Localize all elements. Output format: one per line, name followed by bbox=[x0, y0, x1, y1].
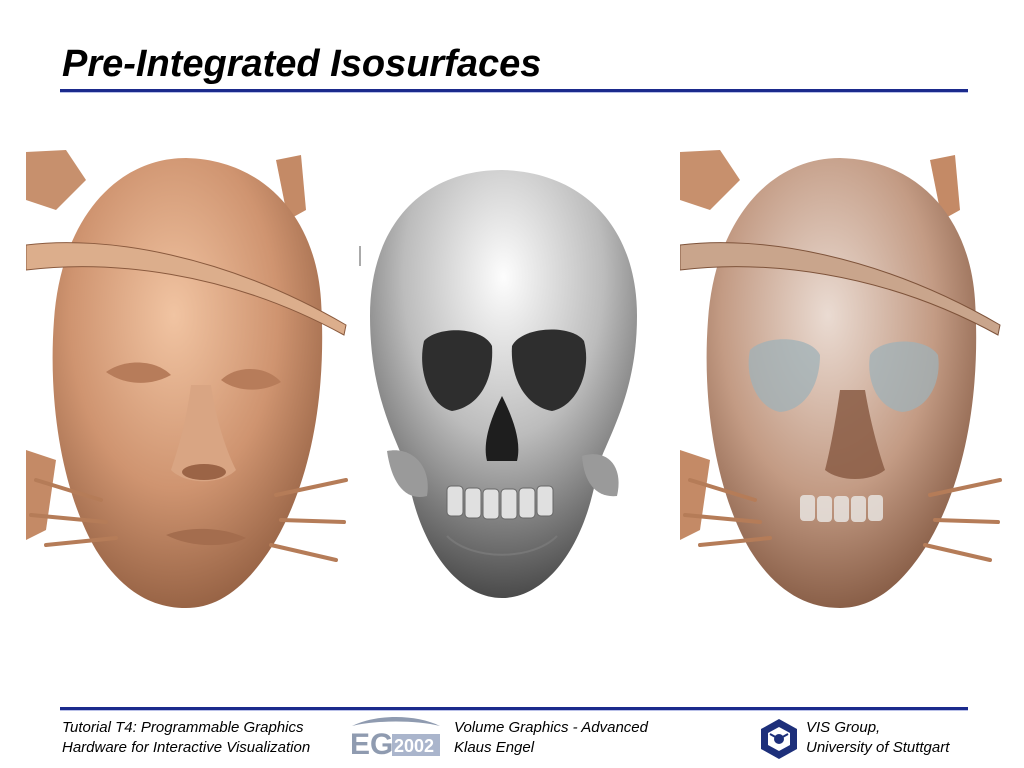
footer-divider bbox=[60, 707, 968, 711]
head-skin-isosurface-image bbox=[26, 150, 348, 608]
vis-group-logo bbox=[761, 719, 797, 759]
footer-affiliation-line1: VIS Group, bbox=[806, 719, 881, 736]
title-divider bbox=[60, 89, 968, 93]
footer-affiliation: VIS Group, University of Stuttgart bbox=[806, 718, 949, 758]
footer-tutorial-line2: Hardware for Interactive Visualization bbox=[62, 739, 311, 756]
footer-course-line2: Klaus Engel bbox=[454, 739, 535, 756]
svg-text:EG: EG bbox=[350, 728, 393, 760]
skin-and-bone-isosurface-image bbox=[680, 150, 1002, 608]
eg-logo-year: 2002 bbox=[394, 736, 434, 756]
skull-bone-isosurface-image bbox=[359, 170, 637, 598]
eg2002-logo: EG 2002 bbox=[350, 717, 440, 760]
footer-tutorial-line1: Tutorial T4: Programmable Graphics bbox=[62, 719, 304, 736]
footer-tutorial-info: Tutorial T4: Programmable Graphics Hardw… bbox=[62, 718, 310, 758]
slide: Pre-Integrated Isosurfaces Tutorial T4: … bbox=[0, 0, 1024, 768]
footer-course-info: Volume Graphics - Advanced Klaus Engel bbox=[454, 718, 648, 758]
slide-title: Pre-Integrated Isosurfaces bbox=[62, 43, 542, 85]
footer-affiliation-line2: University of Stuttgart bbox=[806, 739, 950, 756]
footer-course-line1: Volume Graphics - Advanced bbox=[454, 719, 648, 736]
